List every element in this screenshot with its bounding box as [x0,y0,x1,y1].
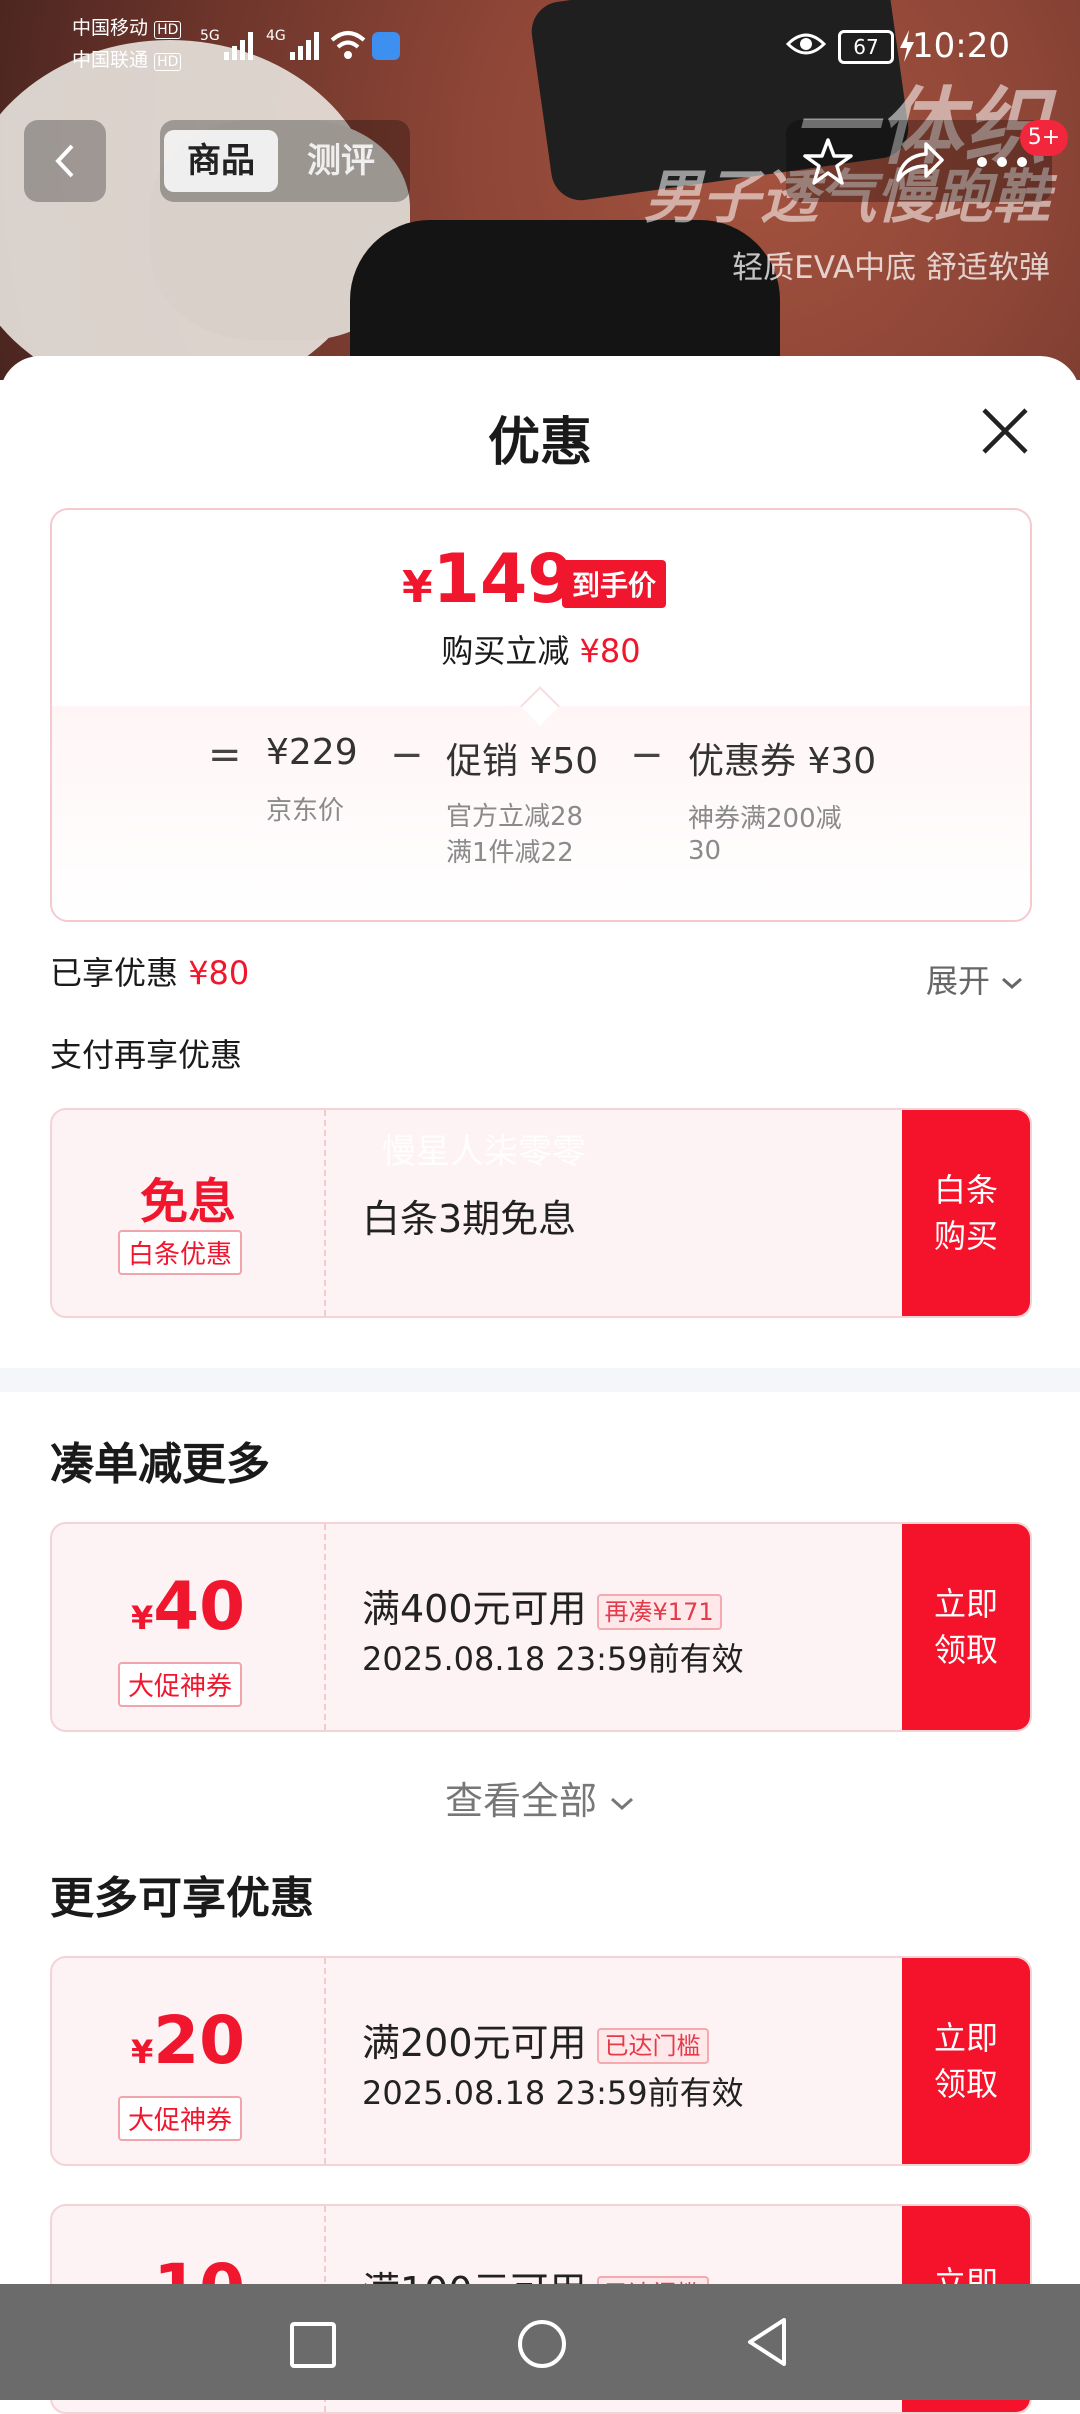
coupon-chip: 已达门槛 [596,2027,709,2064]
wifi-icon [330,31,366,59]
coupon-card: ¥40 大促神券 满400元可用 再凑¥171 2025.08.18 23:59前… [50,1522,1032,1732]
app-notification-icon [372,32,400,60]
banner-feature-text: 轻质EVA中底 舒适软弹 [732,250,1050,286]
system-navigation-bar [0,2284,1080,2400]
back-button[interactable] [24,120,106,202]
jd-price-label: 京东价 [266,796,345,826]
promo-amount: 促销 ¥50 [446,741,599,782]
close-icon[interactable] [978,404,1032,458]
coupon-chip: 再凑¥171 [596,1593,722,1630]
home-icon[interactable] [518,2320,566,2368]
carrier-2: 中国联通 HD [72,48,182,74]
coupon-expiry: 2025.08.18 23:59前有效 [362,1640,744,1678]
payment-offers-title: 支付再享优惠 [50,1036,243,1074]
chevron-down-icon [1002,977,1023,990]
coupon-left-panel: ¥20 大促神券 [52,1958,326,2164]
offer-left-panel: 免息 白条优惠 [52,1110,326,1316]
coupon-detail-1: 神券满200减 [688,804,842,834]
more-icon[interactable] [974,152,1030,172]
equals-sign: = [208,732,242,778]
coupon-amount: 优惠券 ¥30 [688,741,877,782]
chevron-down-icon [611,1797,634,1810]
signal-5g-icon: 5G [200,28,253,60]
back-triangle-icon[interactable] [744,2316,790,2368]
section-title-more-offers: 更多可享优惠 [50,1873,314,1924]
interest-free-label: 免息 [139,1174,236,1230]
battery-indicator: 67 [838,30,894,64]
svg-text:4G: 4G [266,28,286,44]
carrier-1: 中国移动 HD [72,16,182,42]
expand-button[interactable]: 展开 [926,956,1024,1002]
top-actions [786,120,1052,202]
tab-product[interactable]: 商品 [164,130,278,192]
promo-detail-1: 官方立减28 [446,802,584,832]
share-icon[interactable] [890,134,946,190]
claim-coupon-button[interactable]: 立即 领取 [902,1958,1030,2164]
sheet-title: 优惠 [487,413,592,473]
minus-sign: − [630,732,664,778]
status-bar: 中国移动 HD 中国联通 HD 5G 4G 67 10:20 [0,0,1080,90]
top-tabs: 商品 测评 [160,120,410,202]
coupon-left-panel: ¥40 大促神券 [52,1524,326,1730]
view-all-button[interactable]: 查看全部 [0,1770,1080,1825]
message-badge: 5+ [1020,120,1068,156]
coupon-value: ¥40 [130,1568,246,1645]
offer-description: 白条3期免息 [362,1197,577,1241]
chevron-left-icon [55,144,74,178]
eye-icon [786,33,826,55]
section-divider [0,1368,1080,1392]
claim-coupon-button[interactable]: 立即 领取 [902,1524,1030,1730]
watermark-text: 慢星人柒零零 [382,1132,586,1172]
enjoyed-discount: 已享优惠 ¥80 [50,954,250,992]
favorite-star-icon[interactable] [800,134,856,190]
clock: 10:20 [912,26,1010,66]
coupon-type-tag: 大促神券 [118,2096,243,2141]
section-title-bundle: 凑单减更多 [50,1439,270,1490]
coupon-expiry: 2025.08.18 23:59前有效 [362,2074,744,2112]
coupon-detail-2: 30 [688,836,722,866]
signal-4g-icon: 4G [266,28,319,60]
coupon-card: ¥20 大促神券 满200元可用 已达门槛 2025.08.18 23:59前有效… [50,1956,1032,2166]
final-price-tag: 到手价 [562,560,667,608]
coupon-condition: 满400元可用 再凑¥171 [362,1578,722,1633]
svg-text:5G: 5G [200,28,220,44]
final-price: ¥149 [402,540,575,619]
tab-review[interactable]: 测评 [284,130,398,192]
coupon-value: ¥20 [130,2002,246,2079]
recent-apps-icon[interactable] [290,2322,336,2368]
baitiao-offer-card: 免息 白条优惠 慢星人柒零零 白条3期免息 白条 购买 [50,1108,1032,1318]
coupon-type-tag: 大促神券 [118,1662,243,1707]
baitiao-tag: 白条优惠 [118,1230,243,1275]
coupon-condition: 满200元可用 已达门槛 [362,2012,709,2067]
baitiao-buy-button[interactable]: 白条 购买 [902,1110,1030,1316]
discount-summary: 购买立减 ¥80 [441,632,641,670]
promo-detail-2: 满1件减22 [446,838,574,868]
jd-price: ¥229 [266,732,358,773]
price-breakdown-card: ¥149 到手价 购买立减 ¥80 = ¥229 京东价 − 促销 ¥50 官方… [50,508,1032,922]
minus-sign: − [390,732,424,778]
